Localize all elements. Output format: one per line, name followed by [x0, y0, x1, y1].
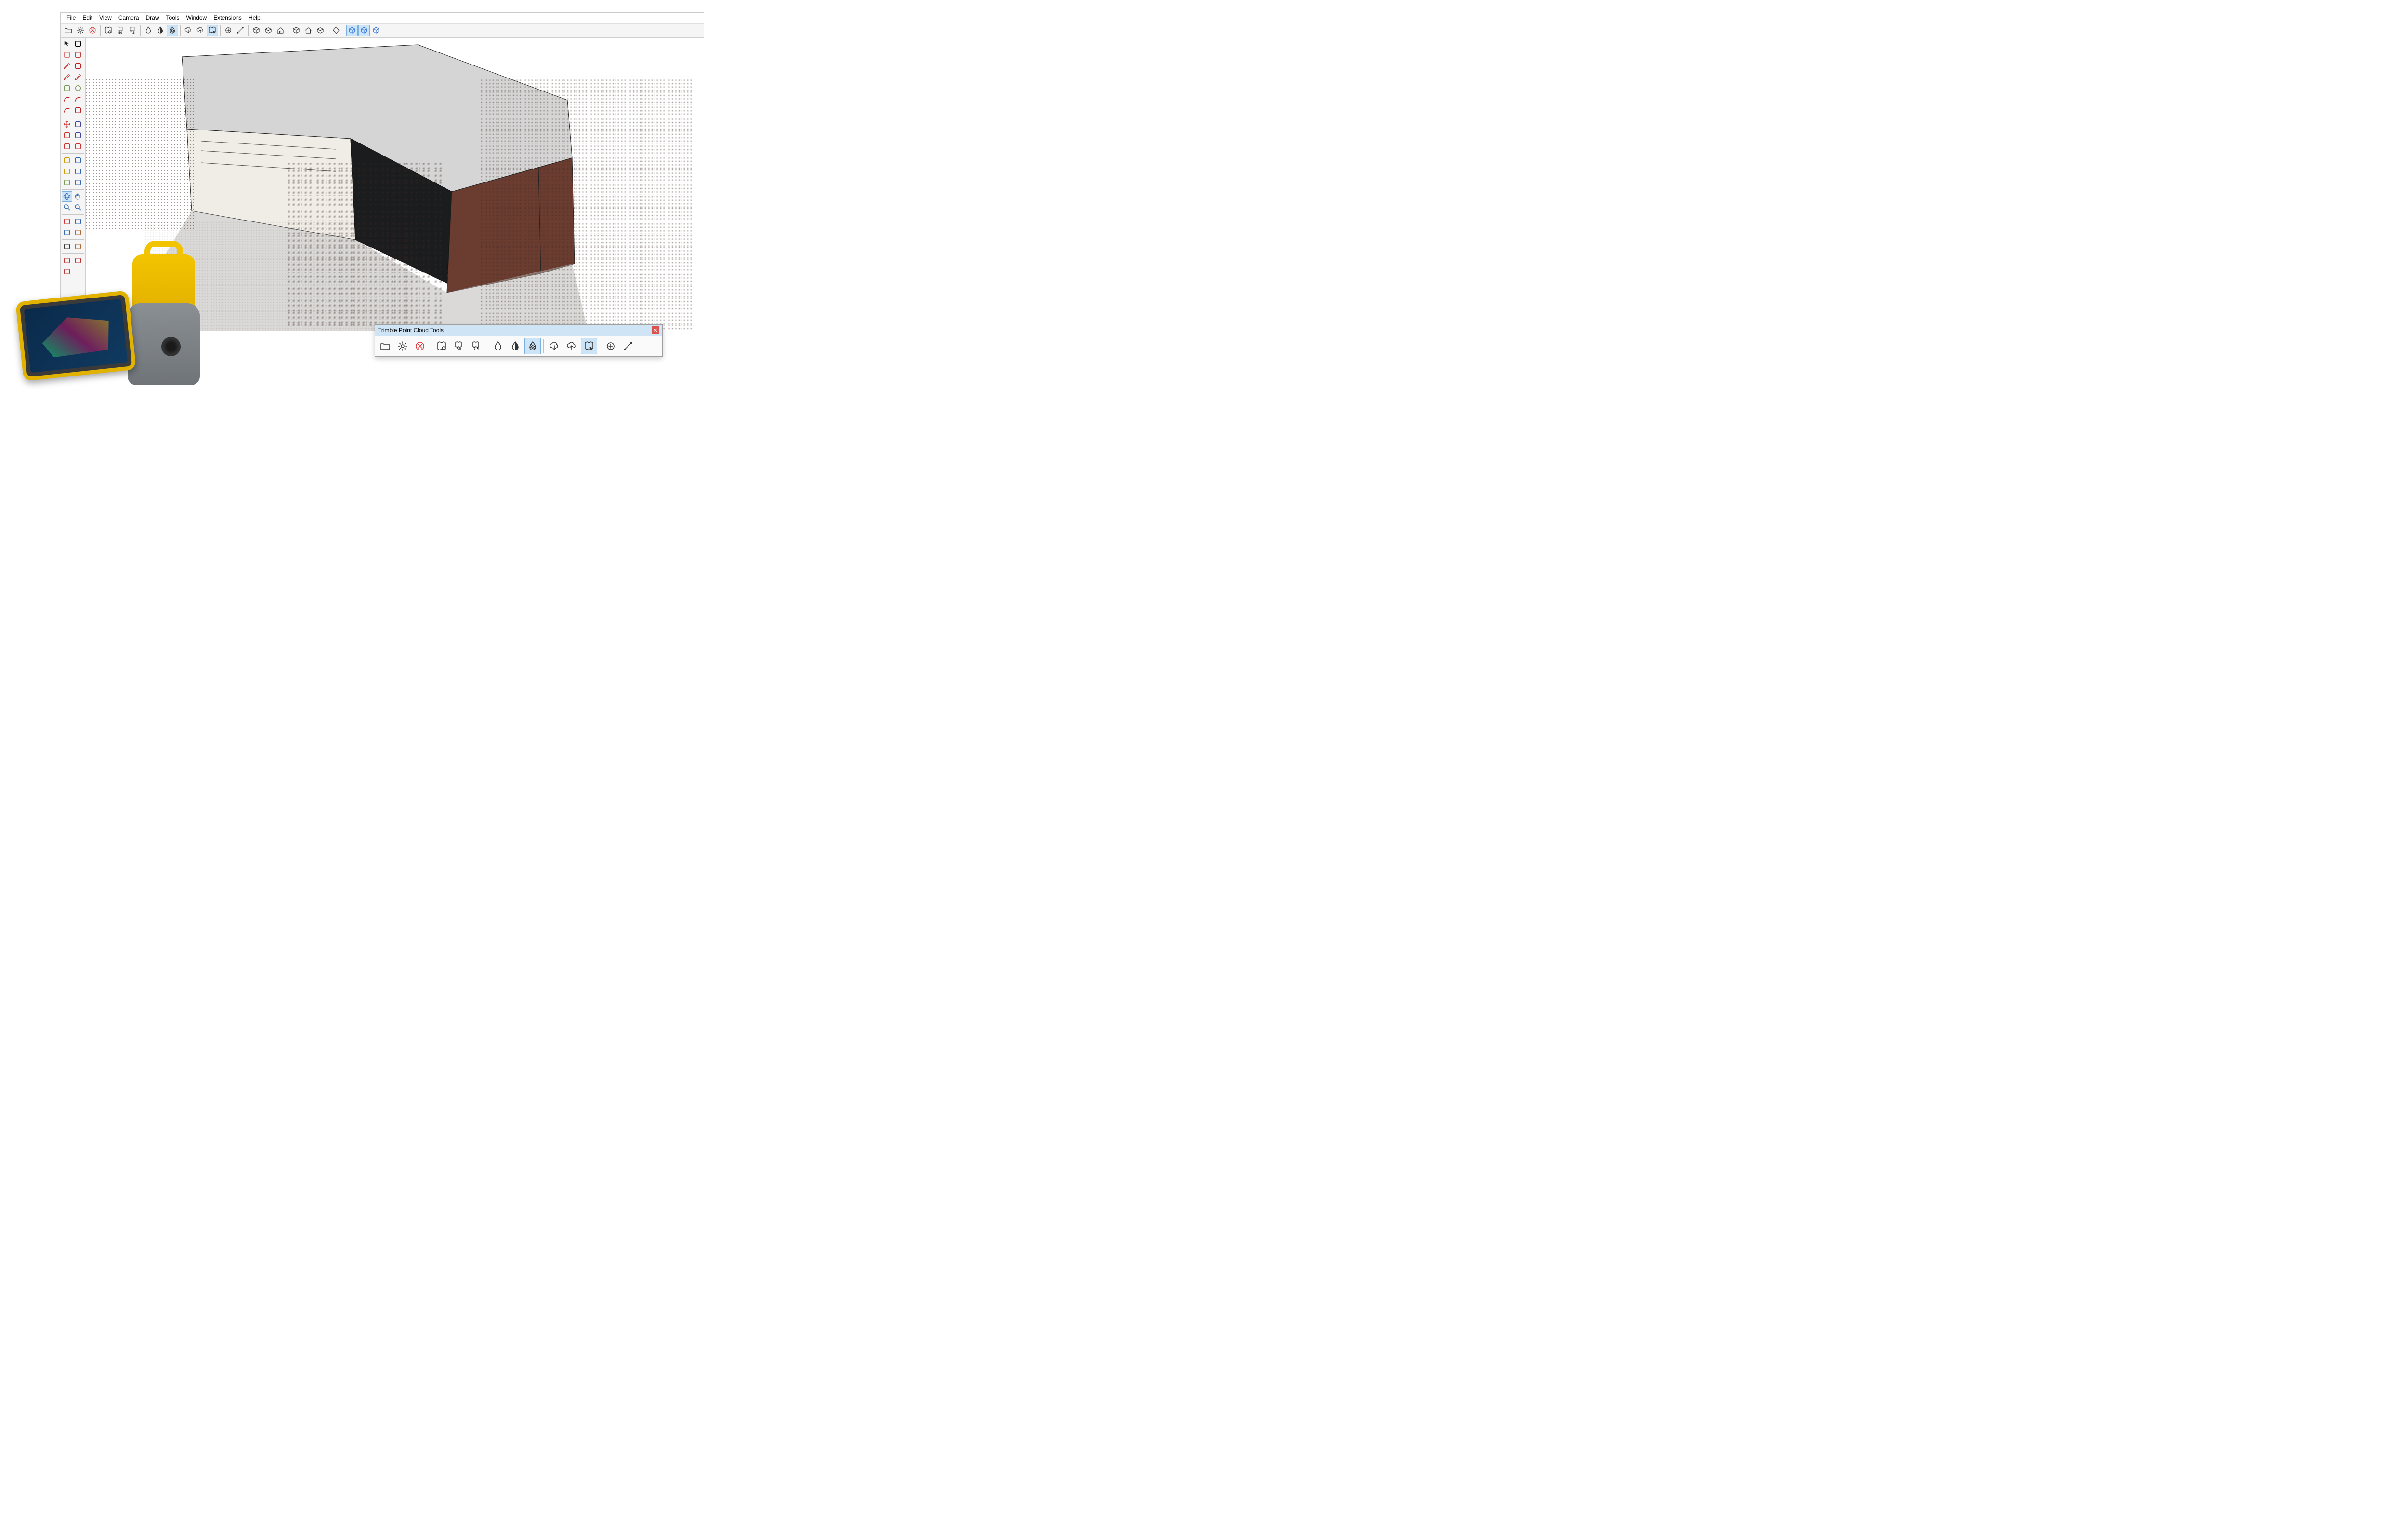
svg-text:50: 50: [457, 347, 461, 351]
drop-half-icon[interactable]: [507, 338, 523, 354]
drop-outline-icon[interactable]: [143, 25, 154, 36]
section-icon[interactable]: [73, 227, 83, 238]
point-cloud-tools-panel: Trimble Point Cloud Tools ✕ 507.5: [375, 324, 663, 357]
pencil-icon[interactable]: [62, 61, 72, 71]
arc-3-icon[interactable]: [62, 105, 72, 116]
menu-bar: FileEditViewCameraDrawToolsWindowExtensi…: [61, 13, 704, 24]
menu-view[interactable]: View: [96, 13, 115, 22]
drop-hatch-icon[interactable]: [524, 338, 541, 354]
paint-icon[interactable]: [73, 50, 83, 60]
drop-outline-icon[interactable]: [490, 338, 506, 354]
diamond-icon[interactable]: [330, 25, 342, 36]
cube-solid-icon[interactable]: [346, 25, 358, 36]
svg-text:7.5: 7.5: [130, 31, 135, 35]
box-open-2-icon[interactable]: [314, 25, 326, 36]
cube-wire-icon[interactable]: [358, 25, 370, 36]
ruby-icon[interactable]: [62, 266, 72, 277]
scan-50-icon[interactable]: 50: [115, 25, 126, 36]
text-icon[interactable]: [73, 166, 83, 177]
look-around-icon[interactable]: [73, 216, 83, 227]
scan-75-icon[interactable]: 7.5: [127, 25, 138, 36]
walk-icon[interactable]: [62, 227, 72, 238]
main-horizontal-toolbar: 507.5: [61, 24, 704, 38]
house-outline-icon[interactable]: [302, 25, 314, 36]
zoom-window-icon[interactable]: [73, 202, 83, 213]
pan-icon[interactable]: [73, 191, 83, 202]
house-icon[interactable]: [275, 25, 286, 36]
delete-x-icon[interactable]: [87, 25, 98, 36]
panel-title-label: Trimble Point Cloud Tools: [378, 327, 444, 334]
open-folder-icon[interactable]: [63, 25, 74, 36]
menu-tools[interactable]: Tools: [163, 13, 183, 22]
scan-50-icon[interactable]: 50: [451, 338, 467, 354]
tape-icon[interactable]: [62, 155, 72, 166]
arc-1-icon[interactable]: [62, 94, 72, 104]
menu-edit[interactable]: Edit: [79, 13, 95, 22]
delete-x-icon[interactable]: [412, 338, 428, 354]
menu-file[interactable]: File: [64, 13, 79, 22]
add-point-icon[interactable]: [222, 25, 234, 36]
extension-icon[interactable]: [73, 255, 83, 266]
scan-select-icon[interactable]: [207, 25, 218, 36]
cloud-down-icon[interactable]: [183, 25, 194, 36]
cloud-up-icon[interactable]: [563, 338, 580, 354]
followme-icon[interactable]: [73, 130, 83, 141]
scan-visibility-icon[interactable]: [103, 25, 114, 36]
close-icon[interactable]: ✕: [652, 326, 659, 334]
vertical-tool-palette: [61, 38, 86, 331]
rotate-icon[interactable]: [62, 130, 72, 141]
cloud-down-icon[interactable]: [546, 338, 563, 354]
add-point-icon[interactable]: [602, 338, 619, 354]
move-icon[interactable]: [62, 119, 72, 130]
cloud-up-icon[interactable]: [195, 25, 206, 36]
offset-icon[interactable]: [73, 141, 83, 152]
drop-hatch-icon[interactable]: [167, 25, 178, 36]
warehouse-icon[interactable]: [62, 255, 72, 266]
walk-steps-icon[interactable]: [62, 241, 72, 252]
menu-camera[interactable]: Camera: [116, 13, 142, 22]
section-plane-icon[interactable]: [73, 241, 83, 252]
rect-fill-icon[interactable]: [62, 83, 72, 93]
box-closed-2-icon[interactable]: [290, 25, 302, 36]
freehand-icon[interactable]: [73, 61, 83, 71]
pie-icon[interactable]: [73, 105, 83, 116]
trimble-tablet-device: [15, 290, 136, 381]
scan-visibility-icon[interactable]: [433, 338, 450, 354]
dimension-icon[interactable]: [73, 155, 83, 166]
menu-draw[interactable]: Draw: [143, 13, 162, 22]
arc-2-icon[interactable]: [73, 94, 83, 104]
point-cloud-tools-titlebar[interactable]: Trimble Point Cloud Tools ✕: [375, 325, 662, 336]
rectangle-icon[interactable]: [73, 39, 83, 49]
eraser-icon[interactable]: [62, 50, 72, 60]
line-tool-icon[interactable]: [62, 72, 72, 82]
position-cam-icon[interactable]: [62, 216, 72, 227]
menu-window[interactable]: Window: [183, 13, 210, 22]
cube-iso-icon[interactable]: [370, 25, 382, 36]
box-open-icon[interactable]: [262, 25, 274, 36]
settings-gear-icon[interactable]: [394, 338, 411, 354]
orbit-icon[interactable]: [62, 191, 72, 202]
scan-select-icon[interactable]: [581, 338, 597, 354]
circle-icon[interactable]: [73, 83, 83, 93]
scale-icon[interactable]: [62, 141, 72, 152]
menu-help[interactable]: Help: [246, 13, 263, 22]
svg-text:7.5: 7.5: [473, 347, 480, 351]
svg-text:50: 50: [118, 31, 122, 35]
drop-half-icon[interactable]: [155, 25, 166, 36]
pushpull-icon[interactable]: [73, 119, 83, 130]
protractor-icon[interactable]: [62, 166, 72, 177]
open-folder-icon[interactable]: [377, 338, 393, 354]
guide-line-icon[interactable]: [73, 72, 83, 82]
menu-extensions[interactable]: Extensions: [210, 13, 245, 22]
3dtext-icon[interactable]: [73, 177, 83, 188]
select-arrow-icon[interactable]: [62, 39, 72, 49]
diagonal-line-icon[interactable]: [620, 338, 636, 354]
scan-75-icon[interactable]: 7.5: [468, 338, 484, 354]
diagonal-line-icon[interactable]: [235, 25, 246, 36]
settings-gear-icon[interactable]: [75, 25, 86, 36]
box-closed-icon[interactable]: [250, 25, 262, 36]
zoom-icon[interactable]: [62, 202, 72, 213]
axes-icon[interactable]: [62, 177, 72, 188]
point-cloud-tools-toolbar: 507.5: [375, 336, 662, 356]
